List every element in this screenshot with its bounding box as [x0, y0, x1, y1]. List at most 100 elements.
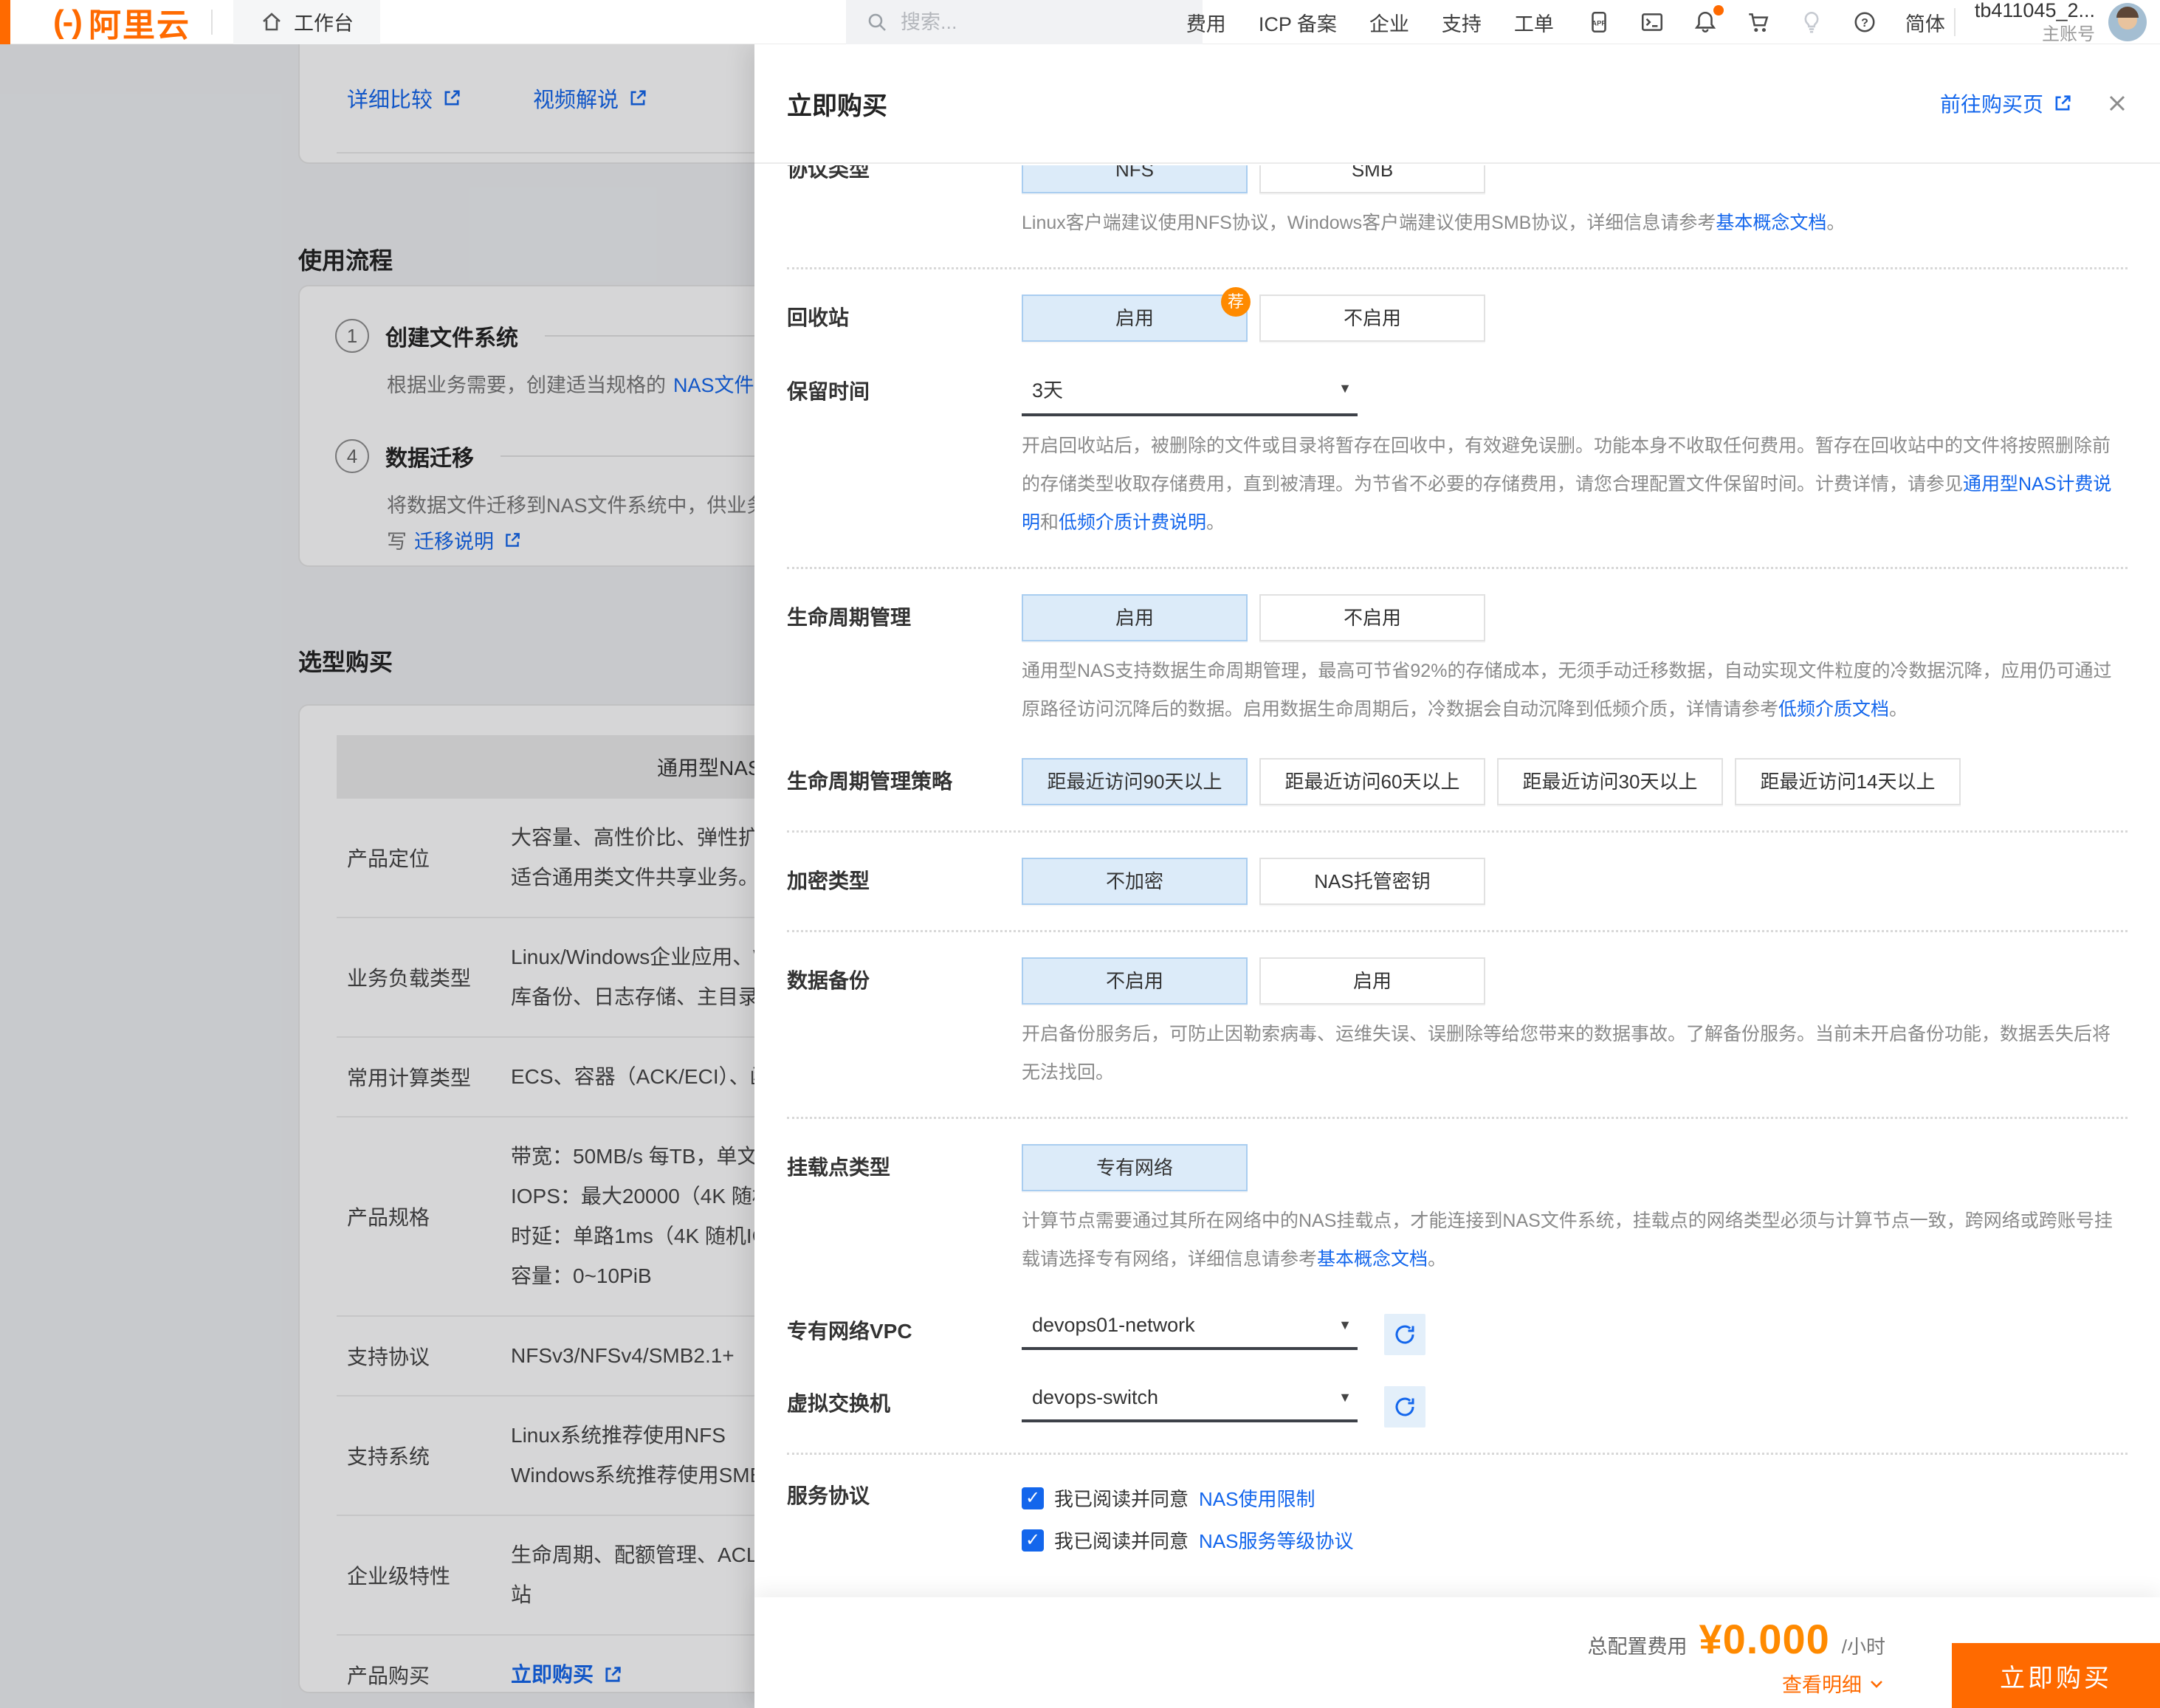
- retention-label: 保留时间: [787, 374, 1022, 416]
- brand-stripe: [0, 0, 10, 44]
- chevron-down-icon: ▼: [1338, 1318, 1352, 1333]
- cost-unit: /小时: [1842, 1632, 1885, 1659]
- retention-row: 保留时间 3天 ▼: [787, 374, 2128, 416]
- svg-text:APP: APP: [1592, 19, 1606, 27]
- account-role: 主账号: [2042, 24, 2095, 46]
- account-menu[interactable]: tb411045_2... 主账号: [1975, 0, 2095, 46]
- section-divider: [787, 267, 2128, 269]
- topbar-right: 费用 ICP 备案 企业 支持 工单 APP ? 简体 tb411045_2..…: [1186, 0, 2160, 44]
- option-vpc-network[interactable]: 专有网络: [1022, 1144, 1248, 1191]
- protocol-type-row: 协议类型 NFS SMB: [787, 165, 2128, 193]
- cart-icon[interactable]: [1746, 10, 1771, 35]
- lifecycle-row: 生命周期管理 启用 不启用: [787, 594, 2128, 641]
- svg-text:?: ?: [1861, 17, 1868, 30]
- vswitch-label: 虚拟交换机: [787, 1386, 1022, 1428]
- basic-concept-doc-link[interactable]: 基本概念文档: [1716, 213, 1826, 233]
- protocol-description: Linux客户端建议使用NFS协议，Windows客户端建议使用SMB协议，详细…: [787, 204, 2128, 242]
- lifecycle-label: 生命周期管理: [787, 594, 1022, 641]
- buy-now-panel: 立即购买 前往购买页 协议类型 NFS SMB Linux客户端建议使用NFS协…: [754, 44, 2160, 1708]
- help-icon[interactable]: ?: [1852, 10, 1877, 35]
- option-policy-14d[interactable]: 距最近访问14天以上: [1735, 758, 1961, 805]
- mount-description: 计算节点需要通过其所在网络中的NAS挂载点，才能连接到NAS文件系统，挂载点的网…: [787, 1202, 2128, 1278]
- option-policy-30d[interactable]: 距最近访问30天以上: [1497, 758, 1723, 805]
- agreement-row: 服务协议 ✓ 我已阅读并同意NAS使用限制 ✓ 我已阅读并同意NAS服务等级协议: [787, 1480, 2128, 1554]
- workbench-tab[interactable]: 工作台: [233, 0, 380, 44]
- retention-select[interactable]: 3天 ▼: [1022, 374, 1358, 416]
- option-nas-managed-key[interactable]: NAS托管密钥: [1259, 858, 1485, 905]
- panel-title: 立即购买: [787, 86, 887, 122]
- close-icon[interactable]: [2104, 90, 2130, 117]
- app-icon[interactable]: APP: [1586, 10, 1612, 35]
- option-recycle-disable[interactable]: 不启用: [1259, 295, 1485, 342]
- buy-now-button[interactable]: 立即购买: [1952, 1643, 2160, 1708]
- lifecycle-policy-label: 生命周期管理策略: [787, 758, 1022, 805]
- option-smb[interactable]: SMB: [1259, 165, 1485, 193]
- low-freq-billing-link[interactable]: 低频介质计费说明: [1059, 512, 1206, 533]
- refresh-icon: [1393, 1395, 1417, 1419]
- encryption-label: 加密类型: [787, 858, 1022, 905]
- section-divider: [787, 567, 2128, 569]
- topbar-divider: [211, 10, 213, 35]
- usage-limit-checkbox[interactable]: ✓: [1022, 1487, 1044, 1509]
- vpc-label: 专有网络VPC: [787, 1314, 1022, 1355]
- alibaba-cloud-logo[interactable]: (-) 阿里云: [53, 0, 190, 46]
- menu-billing[interactable]: 费用: [1186, 8, 1226, 37]
- menu-tickets[interactable]: 工单: [1514, 8, 1554, 37]
- topbar: (-) 阿里云 工作台 费用 ICP 备案 企业 支持 工单 APP: [0, 0, 2160, 44]
- locale-switch[interactable]: 简体: [1905, 8, 1945, 37]
- nas-sla-link[interactable]: NAS服务等级协议: [1199, 1526, 1353, 1554]
- chevron-down-icon: [1868, 1675, 1885, 1692]
- section-divider: [787, 1117, 2128, 1119]
- option-lifecycle-enable[interactable]: 启用: [1022, 594, 1248, 641]
- option-backup-enable[interactable]: 启用: [1259, 957, 1485, 1005]
- terminal-icon[interactable]: [1640, 10, 1665, 35]
- option-policy-60d[interactable]: 距最近访问60天以上: [1259, 758, 1485, 805]
- notification-bell-icon[interactable]: [1693, 10, 1718, 35]
- view-detail-link[interactable]: 查看明细: [1782, 1669, 1885, 1698]
- goto-purchase-page-link[interactable]: 前往购买页: [1940, 89, 2073, 118]
- account-divider: [1954, 8, 1956, 36]
- mount-type-row: 挂载点类型 专有网络: [787, 1144, 2128, 1191]
- global-search[interactable]: [846, 0, 1203, 44]
- option-nfs[interactable]: NFS: [1022, 165, 1248, 193]
- recommended-badge: 荐: [1221, 287, 1251, 317]
- logo-text: 阿里云: [89, 0, 190, 46]
- home-icon: [260, 10, 283, 34]
- backup-label: 数据备份: [787, 957, 1022, 1005]
- external-link-icon: [2052, 93, 2073, 114]
- section-divider: [787, 830, 2128, 833]
- refresh-vswitch-button[interactable]: [1384, 1386, 1425, 1428]
- option-recycle-enable[interactable]: 启用 荐: [1022, 295, 1248, 342]
- panel-header: 立即购买 前往购买页: [754, 44, 2160, 164]
- lightbulb-icon[interactable]: [1799, 10, 1824, 35]
- mount-type-label: 挂载点类型: [787, 1144, 1022, 1191]
- recycle-description: 开启回收站后，被删除的文件或目录将暂存在回收中，有效避免误删。功能本身不收取任何…: [787, 427, 2128, 542]
- menu-enterprise[interactable]: 企业: [1369, 8, 1409, 37]
- refresh-icon: [1393, 1323, 1417, 1346]
- notification-dot: [1713, 5, 1724, 16]
- menu-icp[interactable]: ICP 备案: [1259, 8, 1337, 37]
- search-input[interactable]: [901, 11, 1181, 34]
- section-divider: [787, 1453, 2128, 1455]
- encryption-row: 加密类型 不加密 NAS托管密钥: [787, 858, 2128, 905]
- avatar[interactable]: [2108, 3, 2147, 41]
- lifecycle-policy-row: 生命周期管理策略 距最近访问90天以上 距最近访问60天以上 距最近访问30天以…: [787, 758, 2128, 805]
- account-name: tb411045_2...: [1975, 0, 2095, 23]
- backup-description: 开启备份服务后，可防止因勒索病毒、运维失误、误删除等给您带来的数据事故。了解备份…: [787, 1015, 2128, 1092]
- menu-support[interactable]: 支持: [1442, 8, 1482, 37]
- option-lifecycle-disable[interactable]: 不启用: [1259, 594, 1485, 641]
- nas-usage-limit-link[interactable]: NAS使用限制: [1199, 1484, 1315, 1512]
- low-freq-doc-link[interactable]: 低频介质文档: [1778, 699, 1889, 720]
- option-backup-disable[interactable]: 不启用: [1022, 957, 1248, 1005]
- vpc-row: 专有网络VPC devops01-network ▼: [787, 1314, 2128, 1355]
- panel-footer: 总配置费用 ¥0.000 /小时 查看明细 立即购买: [754, 1597, 2160, 1708]
- vswitch-select[interactable]: devops-switch ▼: [1022, 1386, 1358, 1422]
- agreement-item: ✓ 我已阅读并同意NAS服务等级协议: [1022, 1526, 1353, 1554]
- option-policy-90d[interactable]: 距最近访问90天以上: [1022, 758, 1248, 805]
- sla-checkbox[interactable]: ✓: [1022, 1529, 1044, 1552]
- search-icon: [865, 10, 889, 34]
- basic-concept-doc-link[interactable]: 基本概念文档: [1317, 1249, 1428, 1270]
- option-no-encryption[interactable]: 不加密: [1022, 858, 1248, 905]
- refresh-vpc-button[interactable]: [1384, 1314, 1425, 1355]
- vpc-select[interactable]: devops01-network ▼: [1022, 1314, 1358, 1350]
